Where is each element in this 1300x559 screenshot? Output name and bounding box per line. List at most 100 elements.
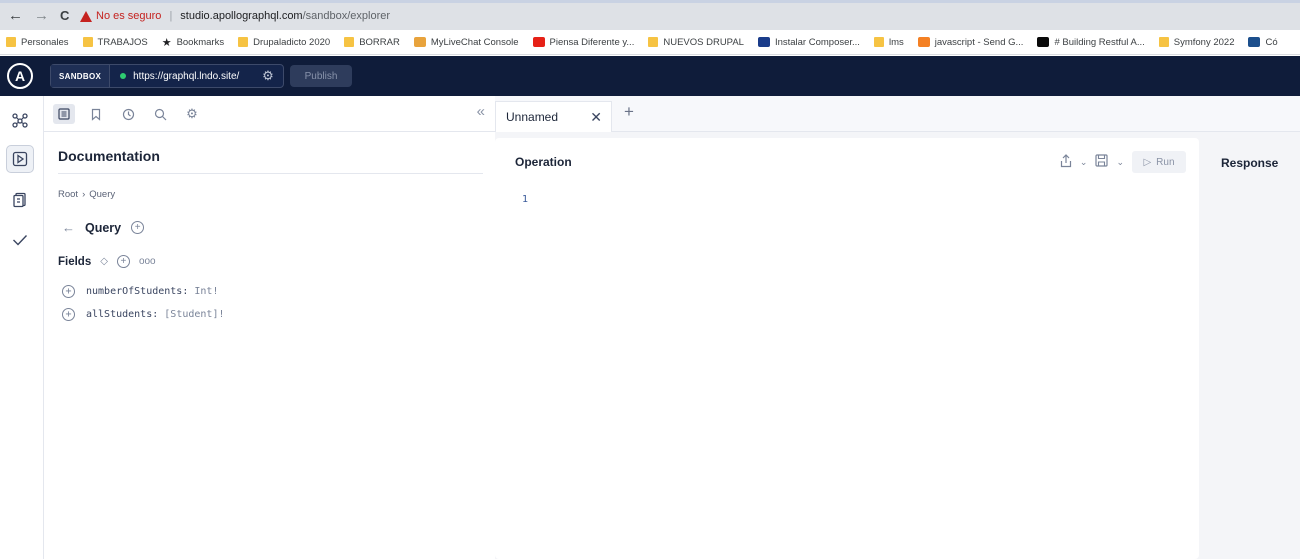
fields-header: Fields ◇ + ooo [58, 255, 156, 268]
gear-icon[interactable]: ⚙ [181, 104, 203, 124]
star-icon: ★ [161, 36, 172, 49]
chat-icon [413, 37, 426, 47]
save-icon[interactable] [1095, 154, 1109, 170]
tab-unnamed[interactable]: Unnamed ✕ [495, 101, 612, 132]
folder-icon [82, 37, 93, 47]
floppy-icon [1095, 154, 1109, 167]
folder-icon [1158, 37, 1169, 47]
reload-icon[interactable]: C [60, 8, 69, 23]
connection-status-icon [120, 73, 127, 79]
apollo-topbar: A SANDBOX https://graphql.lndo.site/ ⚙ P… [0, 56, 1300, 96]
bookmark-item[interactable]: Personales [6, 37, 69, 48]
bookmark-item[interactable]: BORRAR [344, 37, 400, 48]
security-warning[interactable]: No es seguro [80, 10, 161, 22]
folder-icon [238, 37, 249, 47]
upload-icon [1060, 153, 1072, 167]
forward-arrow-icon[interactable]: → [34, 7, 49, 24]
tab-label: Unnamed [506, 110, 559, 124]
response-title: Response [1221, 156, 1279, 170]
search-icon[interactable] [149, 104, 171, 124]
documentation-title: Documentation [58, 148, 160, 164]
endpoint-selector[interactable]: SANDBOX https://graphql.lndo.site/ ⚙ [50, 64, 284, 88]
apollo-logo-icon[interactable]: A [7, 63, 33, 89]
bookmark-label: Piensa Diferente y... [549, 36, 635, 48]
bookmark-label: Drupaladicto 2020 [253, 36, 331, 48]
documentation-tab-icon[interactable] [53, 104, 75, 124]
field-type[interactable]: Int! [194, 286, 218, 297]
back-arrow-icon[interactable]: ← [62, 220, 75, 235]
add-all-fields-icon[interactable]: + [116, 255, 130, 268]
bookmark-icon[interactable] [85, 104, 107, 124]
checks-icon[interactable] [6, 226, 34, 254]
operation-editor[interactable]: Operation ⌄ ⌄ ▷ Run 1 [495, 138, 1199, 559]
bookmark-label: TRABAJOS [97, 36, 148, 48]
explorer-play-icon[interactable] [6, 145, 34, 173]
chevron-down-icon[interactable]: ⌄ [1116, 157, 1124, 168]
operation-tabs: Unnamed ✕ + [495, 96, 1300, 132]
folder-icon [6, 37, 16, 47]
schema-icon[interactable] [6, 106, 34, 134]
breadcrumb-query[interactable]: Query [89, 189, 115, 200]
schema-graph-icon [12, 113, 28, 128]
operation-controls: ⌄ ⌄ ▷ Run [1060, 151, 1186, 173]
field-type[interactable]: [Student]! [164, 309, 224, 320]
address-bar[interactable]: No es seguro | studio.apollographql.com … [80, 5, 1300, 27]
bookmark-item[interactable]: # Building Restful A... [1037, 37, 1145, 48]
add-type-icon[interactable]: + [131, 221, 145, 234]
lh-icon [1248, 37, 1261, 47]
chevron-right-icon: › [82, 189, 86, 200]
warning-icon [80, 10, 92, 22]
bookmark-item[interactable]: javascript - Send G... [917, 36, 1024, 48]
url-path: /sandbox/explorer [302, 10, 391, 22]
bookmark-item[interactable]: Symfony 2022 [1158, 36, 1235, 48]
url-separator: | [169, 10, 173, 22]
bookmark-item[interactable]: Instalar Composer... [757, 37, 860, 48]
bookmark-item[interactable]: MyLiveChat Console [413, 37, 519, 48]
share-icon[interactable] [1060, 153, 1072, 171]
bookmark-item[interactable]: lms [873, 36, 904, 48]
bookmark-label: lms [888, 36, 904, 48]
security-warning-label: No es seguro [96, 10, 162, 22]
breadcrumb-root[interactable]: Root [58, 189, 78, 200]
bookmark-item[interactable]: TRABAJOS [82, 36, 148, 48]
schema-reference-icon[interactable] [6, 186, 34, 214]
line-number: 1 [522, 194, 529, 205]
folder-icon [648, 37, 659, 47]
bookmark-label: Có [1265, 36, 1278, 48]
run-button[interactable]: ▷ Run [1132, 151, 1186, 173]
add-tab-icon[interactable]: + [624, 102, 634, 122]
add-field-icon[interactable]: + [62, 308, 75, 321]
bookmark-item[interactable]: Có [1248, 36, 1278, 48]
bookmark-label: NUEVOS DRUPAL [663, 36, 744, 48]
field-row[interactable]: + numberOfStudents: Int! [62, 285, 218, 298]
history-icon[interactable] [117, 104, 139, 124]
collapse-panel-icon[interactable]: « [477, 103, 485, 120]
bookmarks-bar: Personales TRABAJOS ★ Bookmarks Drupaladi… [0, 30, 1300, 55]
more-options-icon[interactable]: ooo [139, 256, 156, 267]
bookmark-label: Personales [21, 36, 69, 48]
sandbox-badge: SANDBOX [51, 65, 111, 87]
bookmark-item[interactable]: NUEVOS DRUPAL [648, 37, 744, 48]
operation-title: Operation [515, 155, 572, 169]
publish-button[interactable]: Publish [290, 65, 352, 87]
type-name: Query [85, 220, 122, 235]
magnifier-icon [154, 108, 166, 120]
endpoint-url[interactable]: https://graphql.lndo.site/ [133, 71, 259, 82]
bookmark-label: javascript - Send G... [934, 36, 1024, 48]
bookmark-item[interactable]: Drupaladicto 2020 [238, 37, 330, 48]
bookmark-item[interactable]: Piensa Diferente y... [532, 36, 635, 48]
field-name: numberOfStudents: [86, 286, 189, 297]
sort-icon[interactable]: ◇ [100, 256, 108, 267]
field-row[interactable]: + allStudents: [Student]! [62, 308, 225, 321]
bookmark-label: Bookmarks [176, 36, 225, 48]
connection-settings-icon[interactable]: ⚙ [259, 67, 277, 85]
clock-icon [122, 108, 134, 120]
back-arrow-icon[interactable]: ← [8, 7, 23, 24]
chevron-down-icon[interactable]: ⌄ [1080, 157, 1088, 168]
close-icon[interactable]: ✕ [590, 109, 602, 126]
bookmark-label: Symfony 2022 [1173, 36, 1235, 48]
add-field-icon[interactable]: + [62, 285, 75, 298]
vimeo-icon [757, 37, 770, 47]
folder-icon [873, 37, 884, 47]
bookmark-item[interactable]: ★ Bookmarks [162, 36, 224, 49]
